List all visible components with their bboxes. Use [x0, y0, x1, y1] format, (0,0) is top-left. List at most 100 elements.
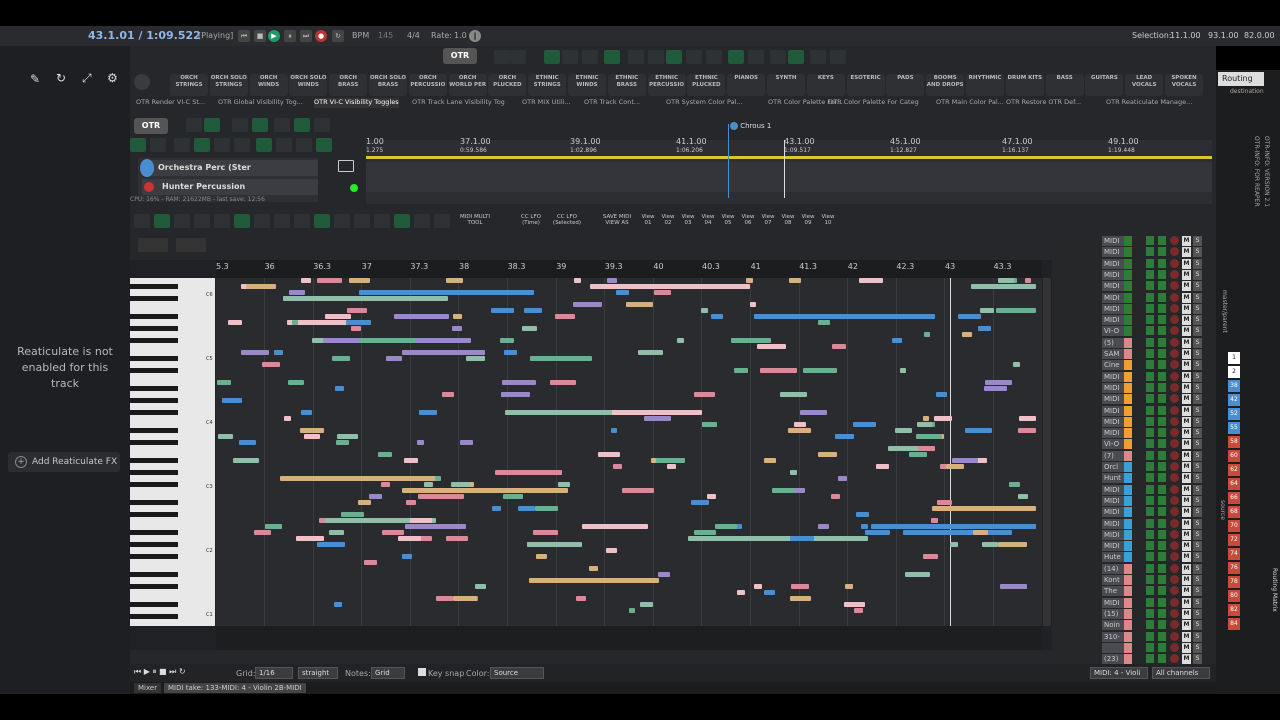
action-tab[interactable]: OTR System Color Pal...: [666, 98, 743, 108]
go-end-icon[interactable]: ⏭: [300, 30, 312, 42]
mixer-row[interactable]: MIDI M S: [1054, 495, 1214, 507]
route-icon[interactable]: [1158, 247, 1166, 257]
midi-note[interactable]: [764, 590, 775, 595]
arrange-tool-icon[interactable]: [214, 138, 230, 152]
record-arm-icon[interactable]: [1170, 529, 1179, 539]
midi-note[interactable]: [899, 368, 907, 373]
mixer-row[interactable]: Hute M S: [1054, 552, 1214, 563]
mute-button[interactable]: M: [1182, 642, 1191, 653]
midi-note[interactable]: [453, 314, 463, 319]
solo-button[interactable]: S: [1193, 597, 1202, 608]
midi-note[interactable]: [982, 542, 999, 547]
midi-tool-icon[interactable]: [194, 214, 210, 228]
arrange-tool-icon[interactable]: [316, 138, 332, 152]
category-button[interactable]: PIANOS: [727, 74, 766, 96]
channel-select[interactable]: All channels: [1152, 667, 1210, 679]
midi-note[interactable]: [423, 482, 434, 487]
midi-note[interactable]: [378, 452, 392, 457]
midi-input-select[interactable]: MIDI: 4 - Violi: [1090, 667, 1148, 679]
midi-note[interactable]: [915, 434, 942, 439]
solo-button[interactable]: S: [1193, 586, 1202, 597]
midi-note[interactable]: [336, 434, 359, 439]
solo-button[interactable]: S: [1193, 495, 1202, 506]
midi-note[interactable]: [800, 410, 827, 415]
midi-note[interactable]: [528, 578, 660, 583]
midi-note[interactable]: [218, 434, 234, 439]
pencil-icon[interactable]: ✎: [30, 72, 40, 86]
toolbar-button-icon[interactable]: [706, 50, 722, 64]
midi-note[interactable]: [765, 368, 792, 373]
action-tab[interactable]: OTR Track Lane Visibility Tog: [412, 98, 505, 108]
mixer-row[interactable]: (14) M S: [1054, 563, 1214, 575]
midi-note[interactable]: [622, 488, 655, 493]
mixer-row[interactable]: MIDI M S: [1054, 394, 1214, 405]
solo-button[interactable]: S: [1193, 518, 1202, 529]
arrange-tool-icon[interactable]: [174, 138, 190, 152]
fx-icon[interactable]: [1146, 416, 1154, 426]
midi-note[interactable]: [688, 536, 869, 541]
midi-note[interactable]: [416, 440, 425, 445]
midi-note[interactable]: [227, 320, 242, 325]
fx-icon[interactable]: [1146, 608, 1154, 618]
black-key[interactable]: [130, 584, 178, 589]
midi-note[interactable]: [499, 338, 514, 343]
fx-icon[interactable]: [1146, 495, 1154, 505]
midi-tool-icon[interactable]: [354, 214, 370, 228]
routing-number[interactable]: 66: [1228, 492, 1240, 504]
gear-icon[interactable]: ⚙: [107, 71, 118, 85]
category-button[interactable]: ORCH WINDS: [249, 74, 288, 96]
fx-icon[interactable]: [1146, 349, 1154, 358]
midi-note[interactable]: [611, 410, 703, 415]
midi-note[interactable]: [853, 608, 863, 613]
mixer-row[interactable]: Noin M S: [1054, 620, 1214, 631]
record-arm-icon[interactable]: [1170, 608, 1179, 618]
routing-number[interactable]: 60: [1228, 450, 1240, 462]
piano-keyboard[interactable]: C6 C5 C4 C3 C2 C1: [130, 278, 215, 626]
midi-note[interactable]: [763, 458, 776, 463]
route-icon[interactable]: [1158, 382, 1166, 392]
mixer-row[interactable]: Kont M S: [1054, 575, 1214, 586]
midi-note[interactable]: [930, 518, 938, 523]
mute-button[interactable]: M: [1182, 552, 1191, 563]
mixer-row[interactable]: MIDI M S: [1054, 236, 1214, 247]
record-arm-icon[interactable]: [1170, 405, 1179, 415]
midi-note[interactable]: [504, 350, 518, 355]
midi-note[interactable]: [835, 434, 854, 439]
solo-button[interactable]: S: [1193, 541, 1202, 552]
midi-note[interactable]: [404, 524, 466, 529]
midi-note[interactable]: [803, 368, 834, 373]
midi-view-button[interactable]: View 01: [640, 214, 656, 226]
midi-note[interactable]: [332, 356, 351, 361]
midi-tool-icon[interactable]: [394, 214, 410, 228]
marker-label[interactable]: Chrous 1: [730, 122, 771, 130]
midi-note[interactable]: [346, 308, 367, 313]
midi-note[interactable]: [341, 512, 364, 517]
route-icon[interactable]: [1158, 631, 1166, 641]
category-button[interactable]: ETHNIC STRINGS: [528, 74, 567, 96]
midi-note[interactable]: [978, 326, 992, 331]
solo-button[interactable]: S: [1193, 281, 1202, 292]
category-button[interactable]: ORCH SOLO STRINGS: [209, 74, 248, 96]
black-key[interactable]: [130, 398, 178, 403]
mixer-row[interactable]: MIDI M S: [1054, 281, 1214, 292]
black-key[interactable]: [130, 368, 178, 373]
solo-button[interactable]: S: [1193, 563, 1202, 574]
fx-icon[interactable]: [1146, 337, 1154, 347]
mute-button[interactable]: M: [1182, 405, 1191, 416]
midi-note[interactable]: [273, 350, 284, 355]
mute-button[interactable]: M: [1182, 326, 1191, 337]
midi-note[interactable]: [922, 416, 930, 421]
midi-note[interactable]: [746, 278, 753, 283]
midi-note[interactable]: [1008, 482, 1021, 487]
mixer-row[interactable]: MIDI M S: [1054, 247, 1214, 258]
toolbar-button-icon[interactable]: [604, 50, 620, 64]
fx-icon[interactable]: [1146, 269, 1154, 279]
midi-note[interactable]: [754, 314, 935, 319]
record-arm-icon[interactable]: [1170, 541, 1179, 551]
record-arm-icon[interactable]: [1170, 394, 1179, 404]
category-button[interactable]: ORCH SOLO BRASS: [369, 74, 407, 96]
midi-note[interactable]: [445, 278, 463, 283]
category-button[interactable]: ETHNIC PERCUSSIO: [647, 74, 686, 96]
midi-note[interactable]: [616, 290, 629, 295]
midi-note[interactable]: [452, 596, 477, 601]
